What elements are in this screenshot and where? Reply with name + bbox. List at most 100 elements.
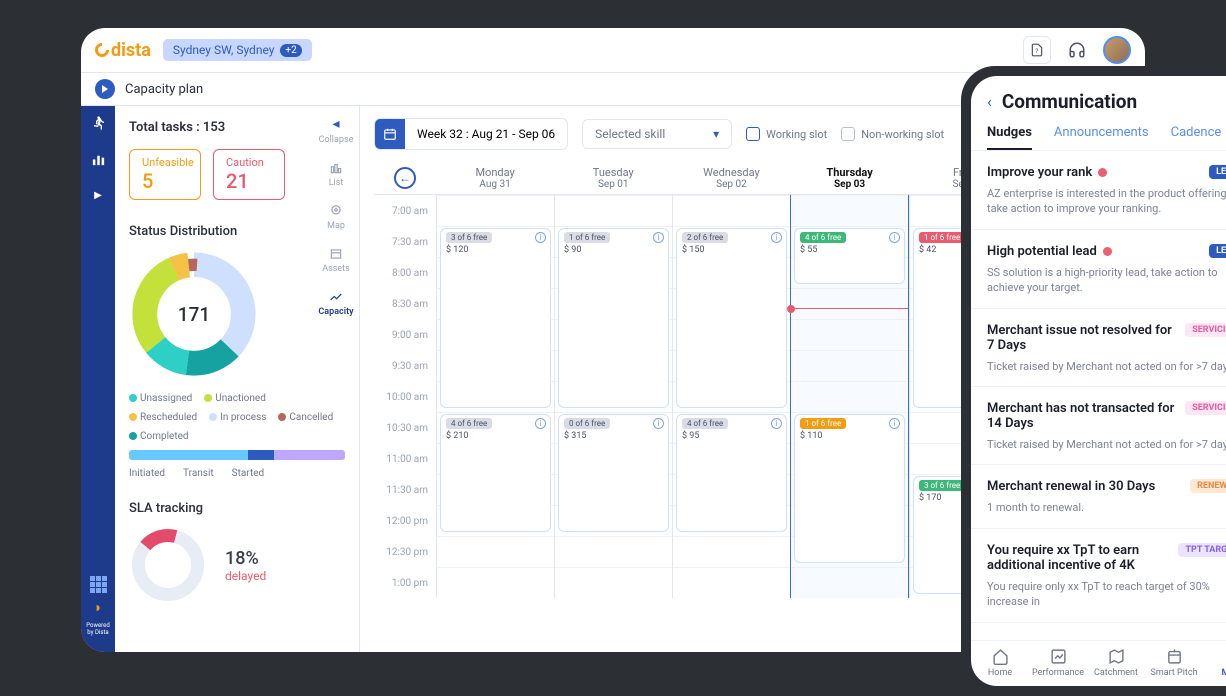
capacity-slot[interactable]: 3 of 6 free$ 120i xyxy=(440,228,551,408)
tab-announcements[interactable]: Announcements xyxy=(1054,125,1149,150)
time-label: 7:00 am xyxy=(374,195,436,226)
location-chip[interactable]: Sydney SW, Sydney +2 xyxy=(163,39,312,61)
time-label: 7:30 am xyxy=(374,226,436,257)
home-icon xyxy=(991,647,1009,665)
help-icon[interactable]: ? xyxy=(1023,36,1051,64)
unfeasible-card[interactable]: Unfeasible 5 xyxy=(129,149,201,200)
tab-cadence[interactable]: Cadence xyxy=(1171,125,1222,150)
nav-catchment[interactable]: Catchment xyxy=(1087,647,1145,678)
info-icon[interactable]: i xyxy=(771,232,782,243)
capacity-slot[interactable]: 0 of 6 free$ 315i xyxy=(558,414,669,532)
desktop-frame: dista Sydney SW, Sydney +2 ? Capacity pl… xyxy=(73,20,1153,660)
powered-by-label: Powered by Dista xyxy=(86,622,109,636)
rail-expand-icon[interactable]: ▶ xyxy=(89,186,107,204)
day-header[interactable]: MondayAug 31 xyxy=(436,162,554,194)
date-range-picker[interactable]: Week 32 : Aug 21 - Sep 06 xyxy=(374,118,568,150)
avatar[interactable] xyxy=(1103,36,1131,64)
category-badge: SERVICING xyxy=(1185,323,1226,337)
category-badge: LEAD xyxy=(1209,165,1226,179)
time-label: 10:00 am xyxy=(374,381,436,412)
nav-smartpitch[interactable]: Smart Pitch xyxy=(1145,647,1203,678)
mobile-frame: ‹ Communication Nudges Announcements Cad… xyxy=(961,66,1226,696)
side-panel: ◂Collapse List Map Assets Capacity Total… xyxy=(115,106,360,652)
time-label: 11:30 am xyxy=(374,474,436,505)
nudge-description: Ticket raised by Merchant not acted on f… xyxy=(987,437,1226,452)
time-label: 12:30 pm xyxy=(374,536,436,567)
location-label: Sydney SW, Sydney xyxy=(173,43,275,57)
mobile-page-title: Communication xyxy=(1002,90,1137,113)
capacity-slot[interactable]: 2 of 6 free$ 150i xyxy=(676,228,787,408)
mini-tab-capacity[interactable]: Capacity xyxy=(313,290,359,317)
info-icon[interactable]: i xyxy=(535,418,546,429)
collapse-button[interactable]: ◂Collapse xyxy=(313,116,359,145)
nudge-item[interactable]: Improve your rankLEADAZ enterprise is in… xyxy=(971,151,1226,230)
play-icon[interactable] xyxy=(95,79,115,99)
brand-text: dista xyxy=(111,40,151,61)
info-icon[interactable]: i xyxy=(653,232,664,243)
nudge-item[interactable]: High potential leadLEADSS solution is a … xyxy=(971,230,1226,309)
tab-nudges[interactable]: Nudges xyxy=(987,125,1032,150)
prev-week-button[interactable]: ← xyxy=(394,167,416,189)
time-label: 1:00 pm xyxy=(374,567,436,598)
nudge-item[interactable]: Merchant issue not resolved for 7 DaysSE… xyxy=(971,309,1226,387)
inprocess-bar-chart xyxy=(129,450,345,460)
caution-card[interactable]: Caution 21 xyxy=(213,149,285,200)
date-range-label: Week 32 : Aug 21 - Sep 06 xyxy=(405,127,567,141)
mini-tab-map[interactable]: Map xyxy=(313,204,359,231)
info-icon[interactable]: i xyxy=(889,232,900,243)
capacity-slot[interactable]: 1 of 6 free$ 90i xyxy=(558,228,669,408)
day-header[interactable]: WednesdaySep 02 xyxy=(672,162,790,194)
sla-delayed-label: delayed xyxy=(225,569,266,583)
time-label: 9:30 am xyxy=(374,350,436,381)
checkbox-icon xyxy=(841,127,855,141)
nudge-item[interactable]: Merchant has not transacted for 14 DaysS… xyxy=(971,387,1226,465)
nav-performance[interactable]: Performance xyxy=(1029,647,1087,678)
time-label: 8:00 am xyxy=(374,257,436,288)
time-label: 9:00 am xyxy=(374,319,436,350)
inprocess-legend: Initiated Transit Started xyxy=(129,468,345,479)
rail-apps-icon[interactable] xyxy=(90,576,107,593)
time-label: 10:30 am xyxy=(374,412,436,443)
nav-home[interactable]: Home xyxy=(971,647,1029,678)
rail-chart-icon[interactable] xyxy=(89,150,107,168)
category-badge: RENEWAL xyxy=(1190,479,1226,493)
nudge-item[interactable]: Merchant renewal in 30 DaysRENEWAL1 mont… xyxy=(971,465,1226,528)
current-time-indicator xyxy=(791,308,908,309)
nudge-item[interactable]: You require xx TpT to earn additional in… xyxy=(971,529,1226,623)
status-legend: Unassigned Unactioned Rescheduled In pro… xyxy=(129,393,345,442)
working-slot-legend[interactable]: Working slot xyxy=(746,127,827,141)
day-column: 2 of 6 free$ 150i4 of 6 free$ 95i xyxy=(672,195,790,598)
nonworking-slot-legend[interactable]: Non-working slot xyxy=(841,127,944,141)
status-donut-chart: 171 xyxy=(129,249,259,379)
logo-icon xyxy=(92,40,112,60)
location-extra-badge: +2 xyxy=(280,44,301,57)
day-header[interactable]: TuesdaySep 01 xyxy=(554,162,672,194)
mini-tab-assets[interactable]: Assets xyxy=(313,247,359,274)
skill-select[interactable]: Selected skill ▾ xyxy=(582,119,732,149)
category-badge: SERVICING xyxy=(1185,401,1226,415)
capacity-slot[interactable]: 1 of 6 free$ 110i xyxy=(794,414,905,563)
rail-walk-icon[interactable] xyxy=(89,114,107,132)
nav-more[interactable]: ⌃More xyxy=(1203,647,1226,678)
capacity-slot[interactable]: 4 of 6 free$ 55i xyxy=(794,228,905,284)
time-label: 11:00 am xyxy=(374,443,436,474)
sla-percent: 18% xyxy=(225,548,266,569)
info-icon[interactable]: i xyxy=(889,418,900,429)
chevron-down-icon: ▾ xyxy=(713,127,719,141)
category-badge: TPT TARGET xyxy=(1178,543,1226,557)
info-icon[interactable]: i xyxy=(653,418,664,429)
capacity-slot[interactable]: 4 of 6 free$ 95i xyxy=(676,414,787,532)
mini-tab-list[interactable]: List xyxy=(313,161,359,188)
day-header[interactable]: ThursdaySep 03 xyxy=(791,162,909,194)
back-button[interactable]: ‹ xyxy=(987,92,992,111)
info-icon[interactable]: i xyxy=(771,418,782,429)
page-title: Capacity plan xyxy=(125,82,203,97)
donut-center-value: 171 xyxy=(129,249,259,379)
mobile-bottom-nav: Home Performance Catchment Smart Pitch ⌃… xyxy=(971,640,1226,686)
nudges-list[interactable]: Improve your rankLEADAZ enterprise is in… xyxy=(971,151,1226,640)
support-icon[interactable] xyxy=(1063,36,1091,64)
info-icon[interactable]: i xyxy=(535,232,546,243)
nudge-description: 1 month to renewal. xyxy=(987,500,1226,515)
day-column: 1 of 6 free$ 90i0 of 6 free$ 315i xyxy=(554,195,672,598)
capacity-slot[interactable]: 4 of 6 free$ 210i xyxy=(440,414,551,532)
